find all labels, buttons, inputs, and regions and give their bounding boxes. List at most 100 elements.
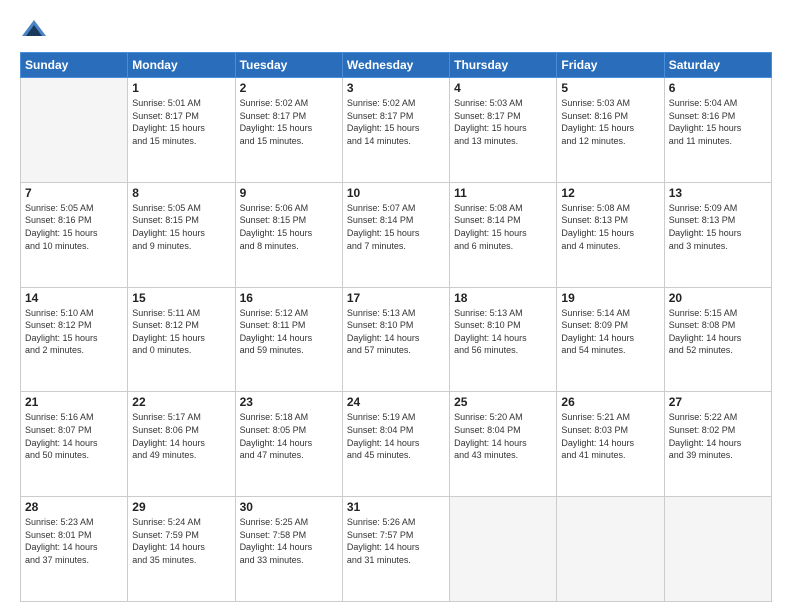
calendar-cell: 2 Sunrise: 5:02 AM Sunset: 8:17 PM Daylig…: [235, 78, 342, 183]
day-info: Sunrise: 5:13 AM Sunset: 8:10 PM Dayligh…: [454, 307, 552, 357]
logo-icon: [20, 16, 48, 44]
calendar-cell: 10 Sunrise: 5:07 AM Sunset: 8:14 PM Dayli…: [342, 182, 449, 287]
calendar-cell: 12 Sunrise: 5:08 AM Sunset: 8:13 PM Dayli…: [557, 182, 664, 287]
day-info: Sunrise: 5:05 AM Sunset: 8:15 PM Dayligh…: [132, 202, 230, 252]
day-number: 11: [454, 186, 552, 200]
day-number: 19: [561, 291, 659, 305]
day-info: Sunrise: 5:15 AM Sunset: 8:08 PM Dayligh…: [669, 307, 767, 357]
calendar-cell: 1Sunrise: 5:01 AM Sunset: 8:17 PM Daylig…: [128, 78, 235, 183]
day-number: 23: [240, 395, 338, 409]
calendar-cell: [21, 78, 128, 183]
day-info: Sunrise: 5:22 AM Sunset: 8:02 PM Dayligh…: [669, 411, 767, 461]
calendar-cell: 29 Sunrise: 5:24 AM Sunset: 7:59 PM Dayli…: [128, 497, 235, 602]
week-row-5: 28Sunrise: 5:23 AM Sunset: 8:01 PM Dayli…: [21, 497, 772, 602]
day-info: Sunrise: 5:02 AM Sunset: 8:17 PM Dayligh…: [240, 97, 338, 147]
day-info: Sunrise: 5:17 AM Sunset: 8:06 PM Dayligh…: [132, 411, 230, 461]
calendar-cell: 13Sunrise: 5:09 AM Sunset: 8:13 PM Dayli…: [664, 182, 771, 287]
day-info: Sunrise: 5:04 AM Sunset: 8:16 PM Dayligh…: [669, 97, 767, 147]
calendar-cell: 28Sunrise: 5:23 AM Sunset: 8:01 PM Dayli…: [21, 497, 128, 602]
weekday-header-monday: Monday: [128, 53, 235, 78]
calendar-cell: 14 Sunrise: 5:10 AM Sunset: 8:12 PM Dayli…: [21, 287, 128, 392]
calendar-cell: 8 Sunrise: 5:05 AM Sunset: 8:15 PM Daylig…: [128, 182, 235, 287]
weekday-header-wednesday: Wednesday: [342, 53, 449, 78]
day-number: 2: [240, 81, 338, 95]
calendar-cell: 25Sunrise: 5:20 AM Sunset: 8:04 PM Dayli…: [450, 392, 557, 497]
week-row-3: 14 Sunrise: 5:10 AM Sunset: 8:12 PM Dayli…: [21, 287, 772, 392]
calendar-cell: [557, 497, 664, 602]
calendar-cell: 15 Sunrise: 5:11 AM Sunset: 8:12 PM Dayli…: [128, 287, 235, 392]
day-info: Sunrise: 5:25 AM Sunset: 7:58 PM Dayligh…: [240, 516, 338, 566]
weekday-header-sunday: Sunday: [21, 53, 128, 78]
day-number: 12: [561, 186, 659, 200]
day-info: Sunrise: 5:21 AM Sunset: 8:03 PM Dayligh…: [561, 411, 659, 461]
calendar-cell: [450, 497, 557, 602]
day-number: 10: [347, 186, 445, 200]
day-number: 25: [454, 395, 552, 409]
day-number: 27: [669, 395, 767, 409]
day-number: 22: [132, 395, 230, 409]
calendar-cell: 11 Sunrise: 5:08 AM Sunset: 8:14 PM Dayli…: [450, 182, 557, 287]
day-number: 15: [132, 291, 230, 305]
day-info: Sunrise: 5:01 AM Sunset: 8:17 PM Dayligh…: [132, 97, 230, 147]
header: [20, 16, 772, 44]
day-number: 20: [669, 291, 767, 305]
day-info: Sunrise: 5:03 AM Sunset: 8:17 PM Dayligh…: [454, 97, 552, 147]
day-number: 6: [669, 81, 767, 95]
day-info: Sunrise: 5:08 AM Sunset: 8:13 PM Dayligh…: [561, 202, 659, 252]
calendar-cell: 6 Sunrise: 5:04 AM Sunset: 8:16 PM Daylig…: [664, 78, 771, 183]
day-number: 7: [25, 186, 123, 200]
day-info: Sunrise: 5:18 AM Sunset: 8:05 PM Dayligh…: [240, 411, 338, 461]
day-number: 5: [561, 81, 659, 95]
day-number: 17: [347, 291, 445, 305]
day-info: Sunrise: 5:02 AM Sunset: 8:17 PM Dayligh…: [347, 97, 445, 147]
day-info: Sunrise: 5:08 AM Sunset: 8:14 PM Dayligh…: [454, 202, 552, 252]
calendar-cell: 5 Sunrise: 5:03 AM Sunset: 8:16 PM Daylig…: [557, 78, 664, 183]
day-number: 9: [240, 186, 338, 200]
day-info: Sunrise: 5:05 AM Sunset: 8:16 PM Dayligh…: [25, 202, 123, 252]
calendar-cell: 22 Sunrise: 5:17 AM Sunset: 8:06 PM Dayli…: [128, 392, 235, 497]
calendar-table: SundayMondayTuesdayWednesdayThursdayFrid…: [20, 52, 772, 602]
calendar-cell: 20 Sunrise: 5:15 AM Sunset: 8:08 PM Dayli…: [664, 287, 771, 392]
calendar-cell: 24 Sunrise: 5:19 AM Sunset: 8:04 PM Dayli…: [342, 392, 449, 497]
day-number: 24: [347, 395, 445, 409]
day-number: 21: [25, 395, 123, 409]
calendar-cell: 16 Sunrise: 5:12 AM Sunset: 8:11 PM Dayli…: [235, 287, 342, 392]
day-number: 30: [240, 500, 338, 514]
day-number: 8: [132, 186, 230, 200]
calendar-cell: 18 Sunrise: 5:13 AM Sunset: 8:10 PM Dayli…: [450, 287, 557, 392]
day-info: Sunrise: 5:13 AM Sunset: 8:10 PM Dayligh…: [347, 307, 445, 357]
day-info: Sunrise: 5:12 AM Sunset: 8:11 PM Dayligh…: [240, 307, 338, 357]
day-number: 16: [240, 291, 338, 305]
weekday-header-row: SundayMondayTuesdayWednesdayThursdayFrid…: [21, 53, 772, 78]
day-number: 14: [25, 291, 123, 305]
weekday-header-saturday: Saturday: [664, 53, 771, 78]
day-info: Sunrise: 5:16 AM Sunset: 8:07 PM Dayligh…: [25, 411, 123, 461]
calendar-cell: 3Sunrise: 5:02 AM Sunset: 8:17 PM Daylig…: [342, 78, 449, 183]
day-info: Sunrise: 5:07 AM Sunset: 8:14 PM Dayligh…: [347, 202, 445, 252]
day-info: Sunrise: 5:24 AM Sunset: 7:59 PM Dayligh…: [132, 516, 230, 566]
calendar-cell: 19 Sunrise: 5:14 AM Sunset: 8:09 PM Dayli…: [557, 287, 664, 392]
day-info: Sunrise: 5:03 AM Sunset: 8:16 PM Dayligh…: [561, 97, 659, 147]
day-number: 29: [132, 500, 230, 514]
day-number: 28: [25, 500, 123, 514]
calendar-cell: 26 Sunrise: 5:21 AM Sunset: 8:03 PM Dayli…: [557, 392, 664, 497]
page: SundayMondayTuesdayWednesdayThursdayFrid…: [0, 0, 792, 612]
logo: [20, 16, 54, 44]
weekday-header-friday: Friday: [557, 53, 664, 78]
day-number: 18: [454, 291, 552, 305]
day-info: Sunrise: 5:06 AM Sunset: 8:15 PM Dayligh…: [240, 202, 338, 252]
day-info: Sunrise: 5:11 AM Sunset: 8:12 PM Dayligh…: [132, 307, 230, 357]
day-info: Sunrise: 5:14 AM Sunset: 8:09 PM Dayligh…: [561, 307, 659, 357]
day-number: 31: [347, 500, 445, 514]
week-row-2: 7 Sunrise: 5:05 AM Sunset: 8:16 PM Daylig…: [21, 182, 772, 287]
calendar-cell: 30 Sunrise: 5:25 AM Sunset: 7:58 PM Dayli…: [235, 497, 342, 602]
day-info: Sunrise: 5:19 AM Sunset: 8:04 PM Dayligh…: [347, 411, 445, 461]
day-info: Sunrise: 5:09 AM Sunset: 8:13 PM Dayligh…: [669, 202, 767, 252]
calendar-cell: 4 Sunrise: 5:03 AM Sunset: 8:17 PM Daylig…: [450, 78, 557, 183]
calendar-cell: [664, 497, 771, 602]
day-number: 26: [561, 395, 659, 409]
day-number: 4: [454, 81, 552, 95]
day-info: Sunrise: 5:10 AM Sunset: 8:12 PM Dayligh…: [25, 307, 123, 357]
calendar-cell: 31Sunrise: 5:26 AM Sunset: 7:57 PM Dayli…: [342, 497, 449, 602]
week-row-4: 21 Sunrise: 5:16 AM Sunset: 8:07 PM Dayli…: [21, 392, 772, 497]
